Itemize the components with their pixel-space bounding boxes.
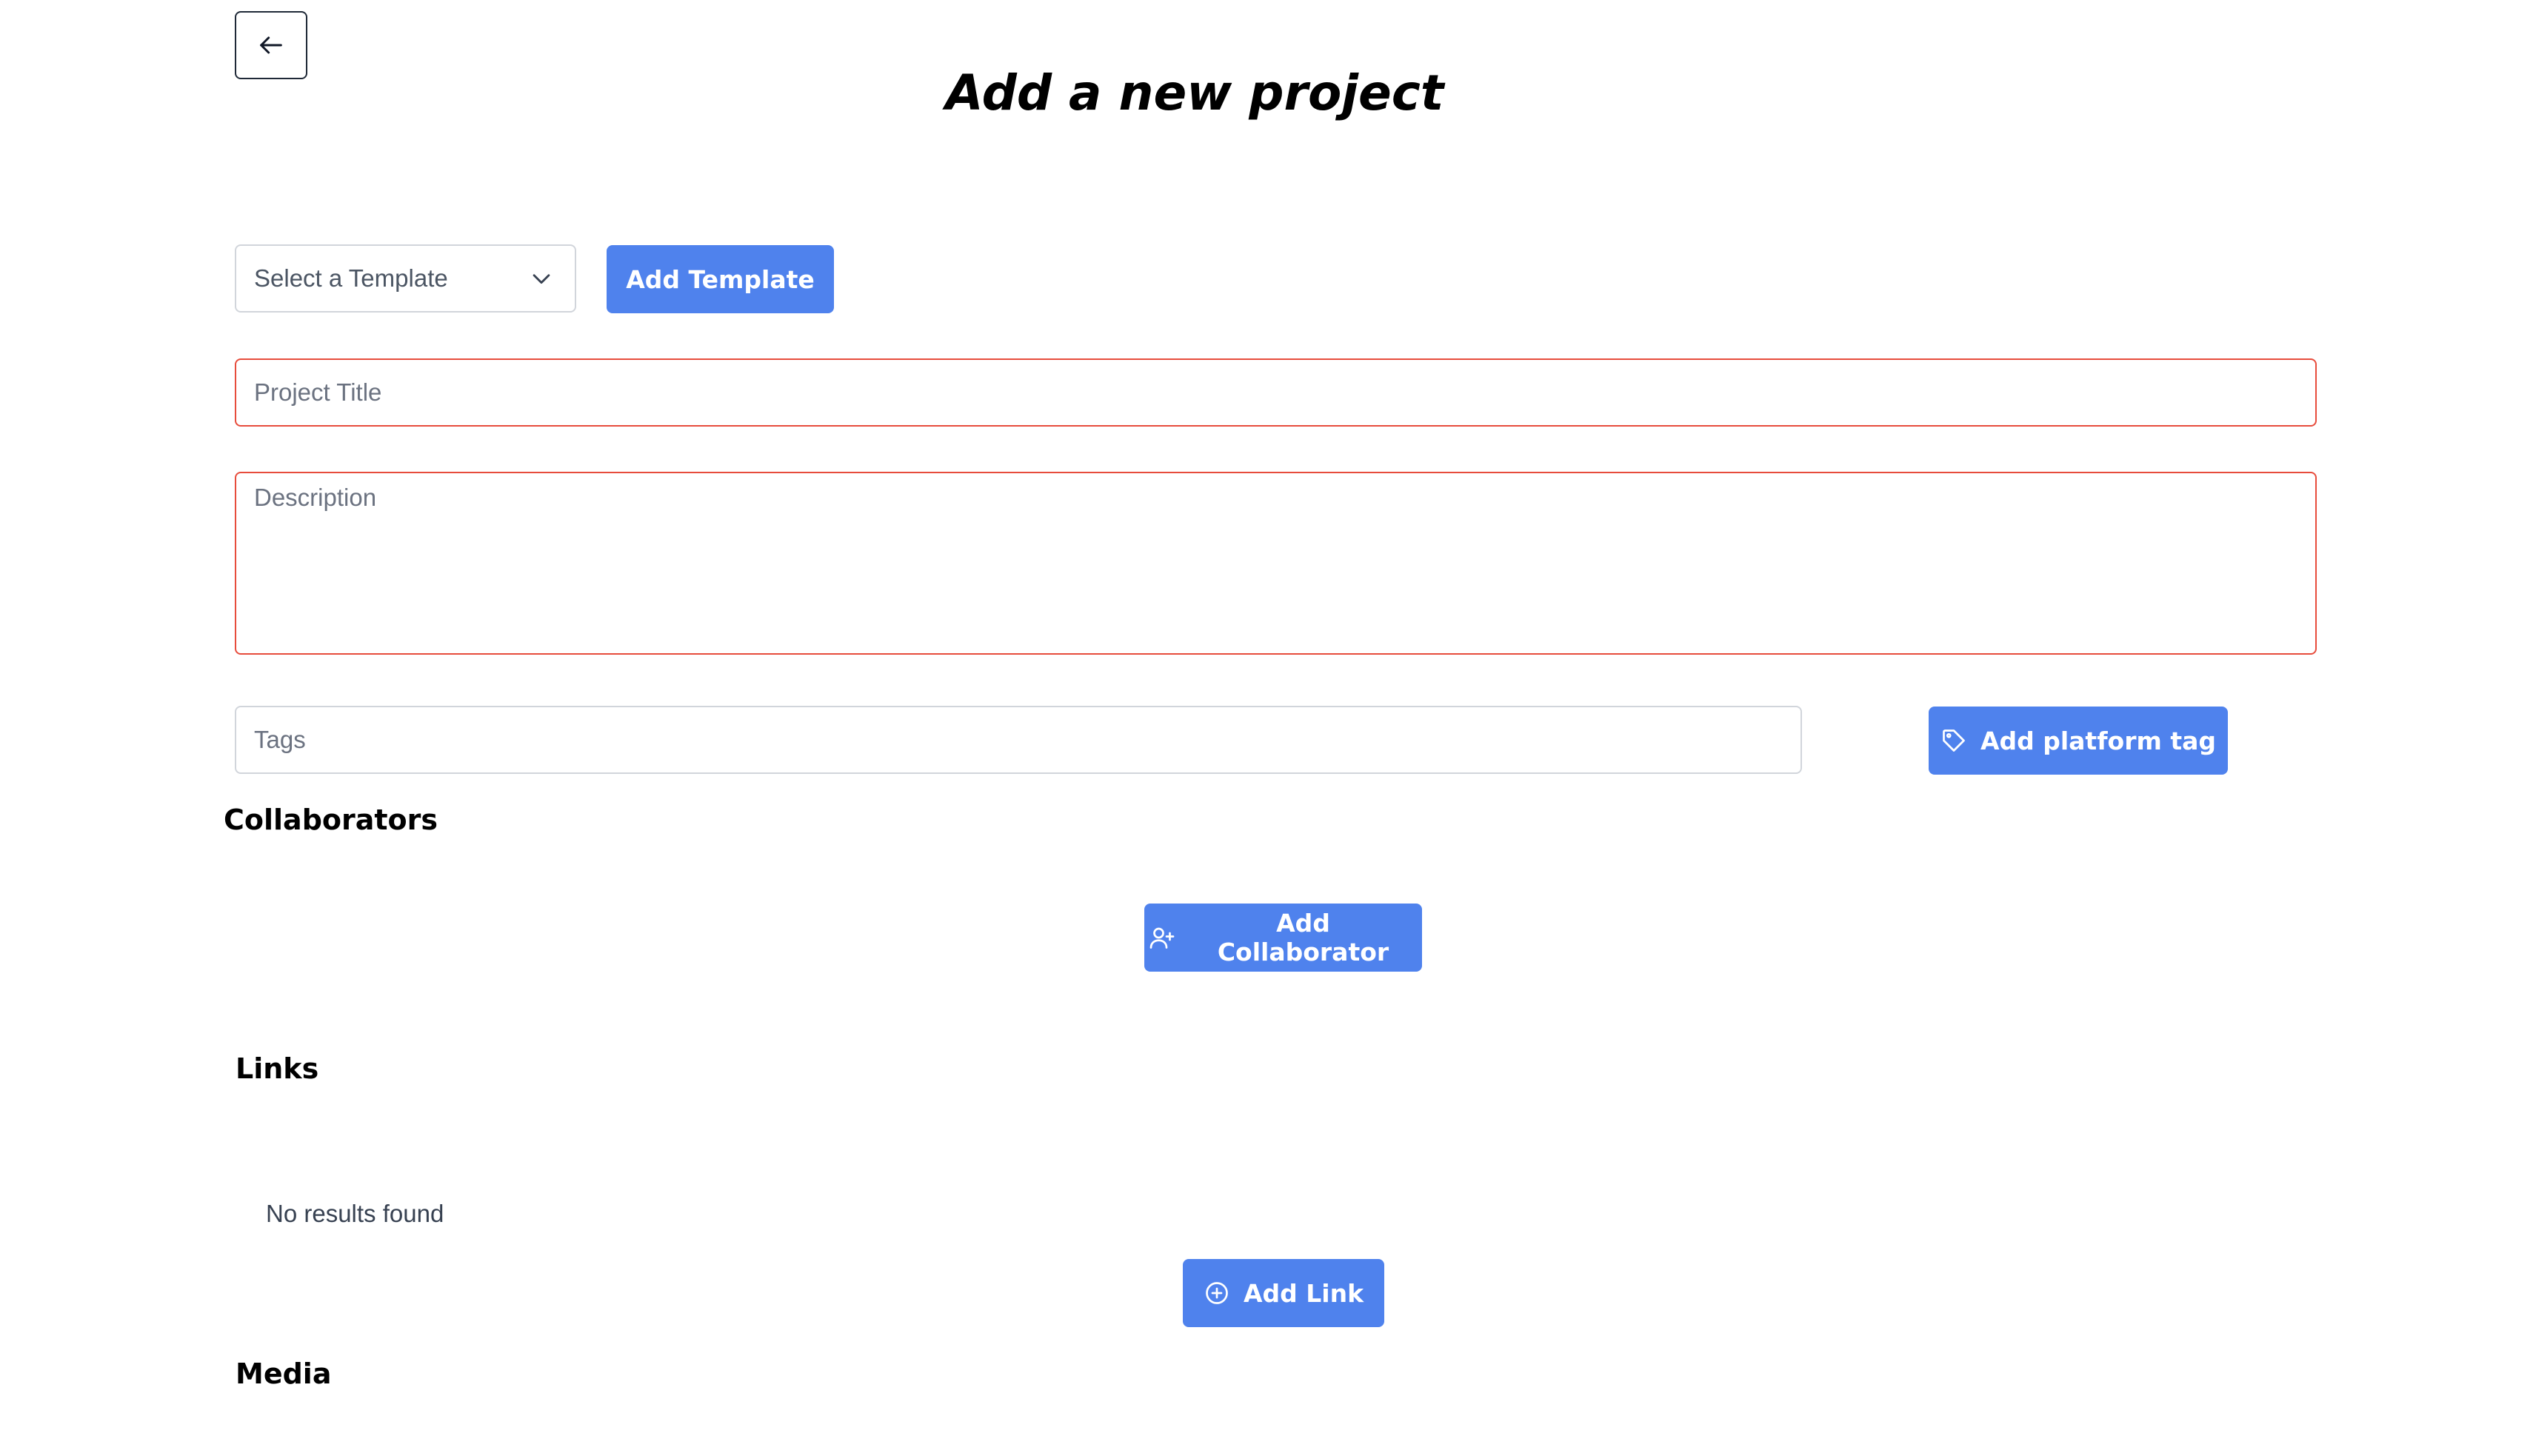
template-select-placeholder: Select a Template bbox=[254, 264, 448, 292]
chevron-down-icon bbox=[529, 266, 554, 291]
add-platform-tag-label: Add platform tag bbox=[1980, 726, 2217, 755]
tag-icon bbox=[1940, 727, 1967, 754]
links-heading: Links bbox=[236, 1052, 319, 1085]
links-empty-message: No results found bbox=[266, 1200, 444, 1227]
project-title-input[interactable] bbox=[235, 358, 2317, 427]
add-collaborator-label: Add Collaborator bbox=[1217, 909, 1389, 966]
media-heading: Media bbox=[236, 1358, 332, 1390]
description-textarea[interactable] bbox=[235, 472, 2317, 655]
add-link-button[interactable]: Add Link bbox=[1183, 1259, 1384, 1327]
tags-input[interactable] bbox=[235, 706, 1802, 774]
add-platform-tag-button[interactable]: Add platform tag bbox=[1929, 707, 2228, 775]
page-title: Add a new project bbox=[945, 64, 1444, 121]
user-plus-icon bbox=[1149, 924, 1175, 951]
add-template-button[interactable]: Add Template bbox=[607, 245, 834, 313]
collaborators-heading: Collaborators bbox=[224, 804, 438, 836]
plus-circle-icon bbox=[1204, 1280, 1230, 1306]
add-collaborator-button[interactable]: Add Collaborator bbox=[1144, 904, 1422, 972]
template-select[interactable]: Select a Template bbox=[235, 244, 576, 313]
arrow-left-icon bbox=[256, 30, 286, 60]
add-link-label: Add Link bbox=[1243, 1278, 1364, 1308]
